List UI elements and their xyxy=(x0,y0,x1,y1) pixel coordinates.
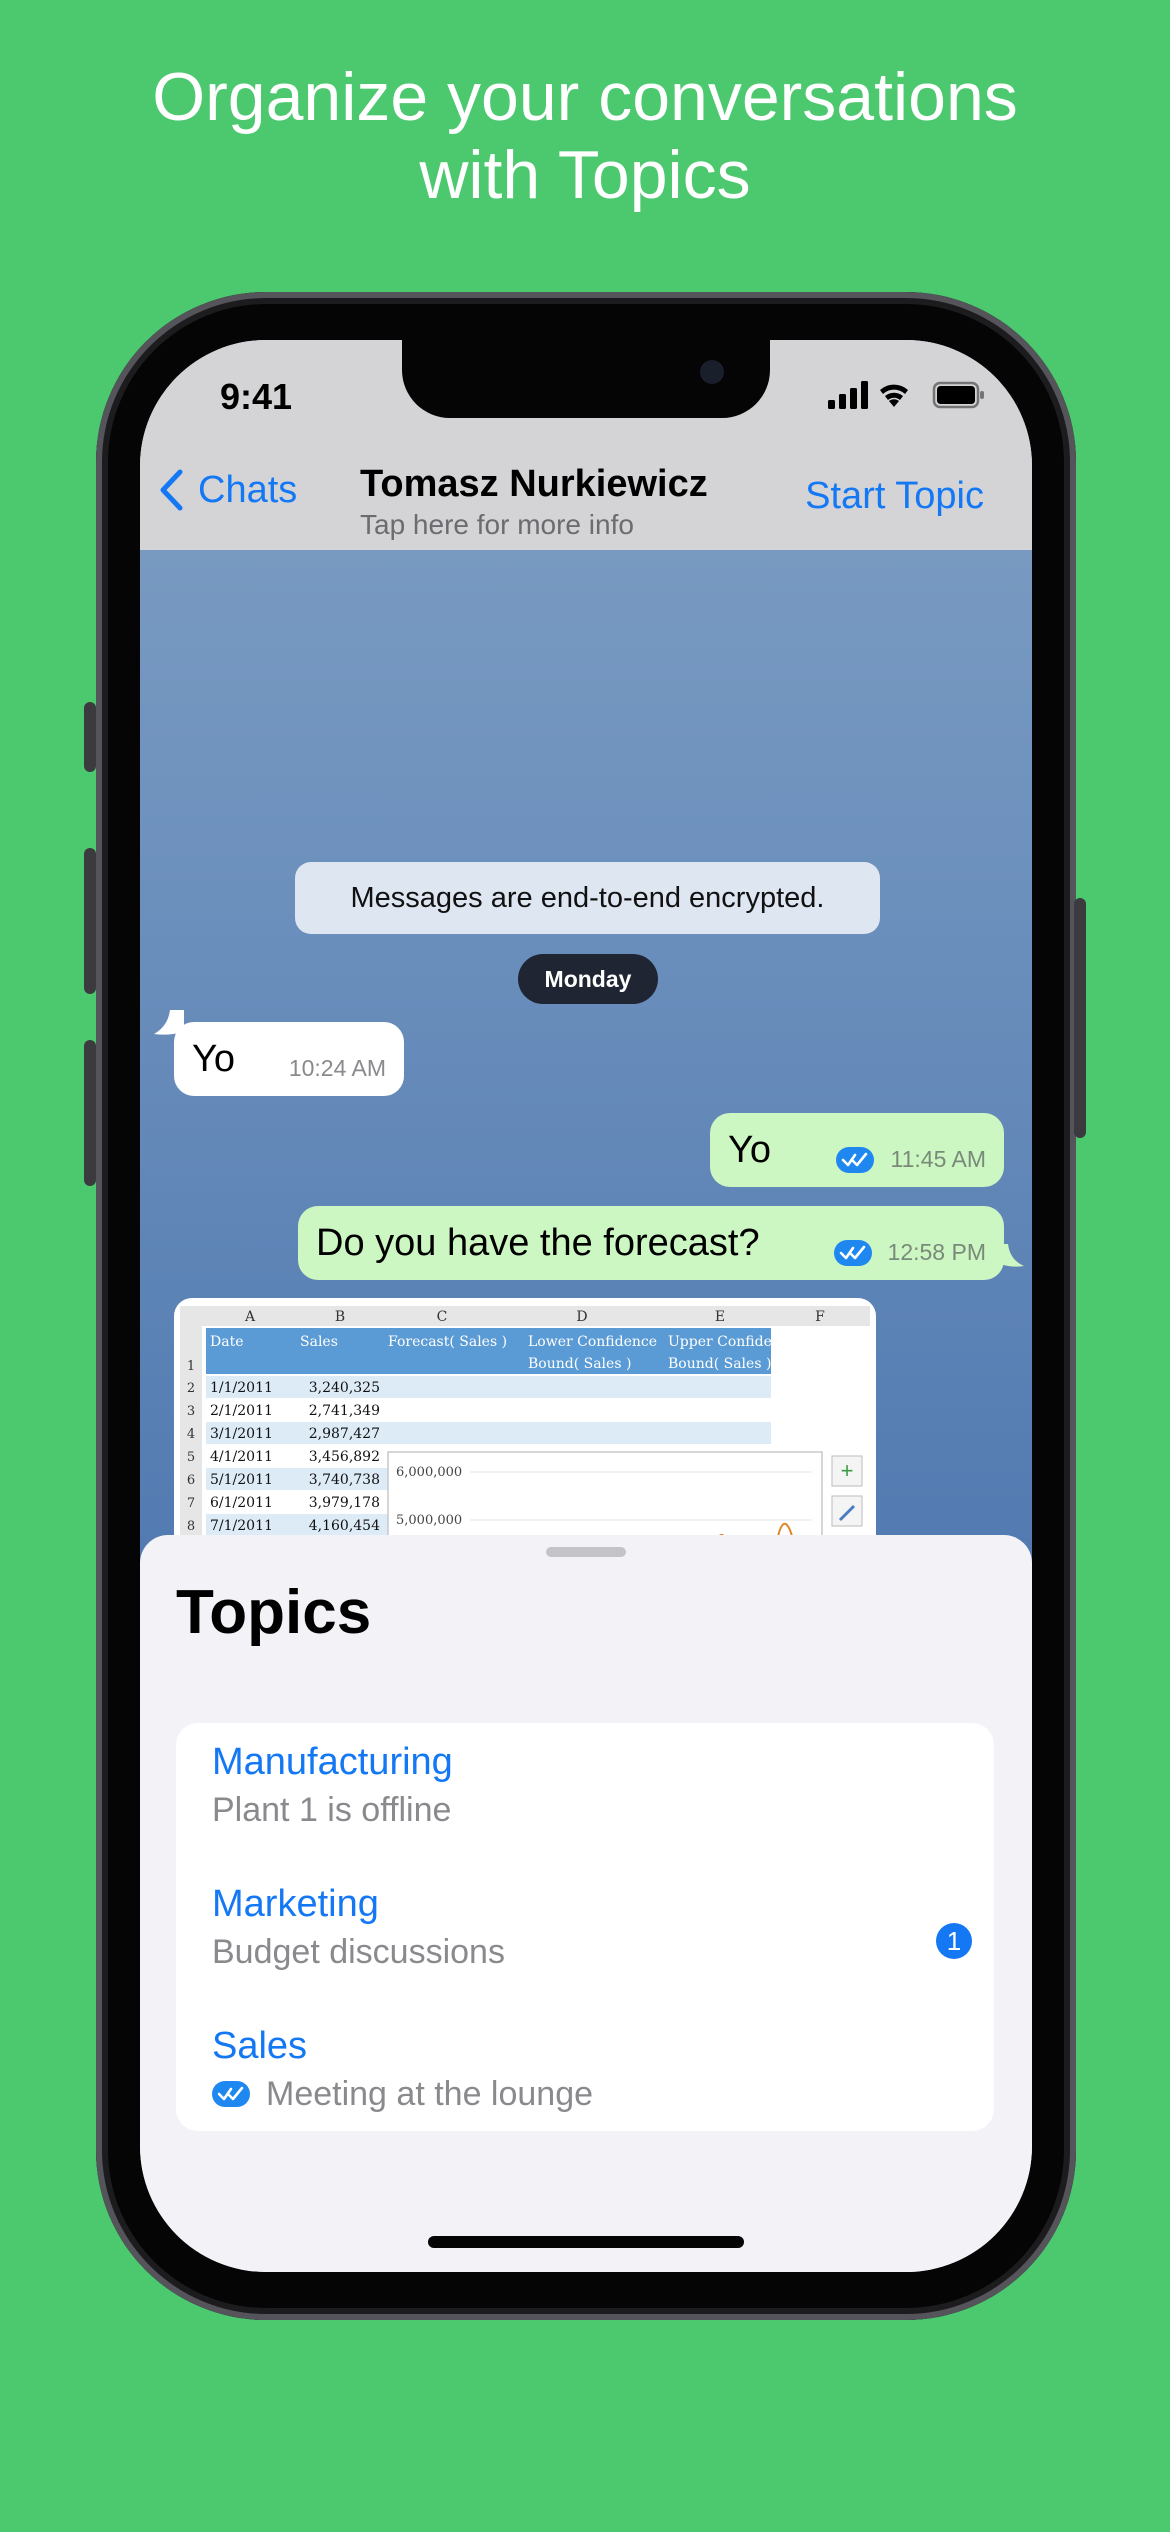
day-separator: Monday xyxy=(518,954,658,1004)
cell-sales: 2,987,427 xyxy=(309,1426,380,1442)
column-letter: D xyxy=(576,1309,587,1325)
header-lower-bound-line2: Bound( Sales ) xyxy=(528,1356,631,1372)
row-number: 6 xyxy=(187,1473,195,1488)
header-forecast: Forecast( Sales ) xyxy=(388,1334,507,1350)
column-letter: C xyxy=(437,1309,448,1325)
row-number: 7 xyxy=(187,1496,195,1511)
back-button-label: Chats xyxy=(198,468,298,511)
phone-silent-switch xyxy=(84,702,96,772)
phone-volume-down-button xyxy=(84,1040,96,1186)
row-number: 8 xyxy=(187,1519,195,1534)
phone-volume-up-button xyxy=(84,848,96,994)
row-number: 2 xyxy=(187,1381,195,1396)
topic-name: Sales xyxy=(212,2025,308,2067)
topic-subtitle: Meeting at the lounge xyxy=(266,2075,594,2113)
front-camera xyxy=(700,360,724,384)
chart-tick: 5,000,000 xyxy=(396,1513,462,1528)
topic-subtitle-row: Meeting at the lounge xyxy=(212,2071,972,2117)
message-bubble-outgoing[interactable]: Do you have the forecast? 12:58 PM xyxy=(298,1206,1004,1280)
wifi-icon xyxy=(880,384,908,407)
headline: Organize your conversations with Topics xyxy=(0,58,1170,214)
cell-date: 6/1/2011 xyxy=(210,1495,273,1511)
column-letter: B xyxy=(335,1309,345,1325)
row-number: 4 xyxy=(187,1427,195,1442)
cell-sales: 3,240,325 xyxy=(309,1380,380,1396)
chart-tick: 6,000,000 xyxy=(396,1465,462,1480)
header-sales: Sales xyxy=(300,1334,338,1350)
sheet-grabber[interactable] xyxy=(546,1547,626,1557)
topic-name: Manufacturing xyxy=(212,1741,453,1783)
spreadsheet-row-bg xyxy=(206,1422,771,1444)
cell-sales: 3,456,892 xyxy=(309,1449,380,1465)
topic-item-sales[interactable]: Sales Meeting at the lounge xyxy=(212,2023,972,2143)
row-number: 3 xyxy=(187,1404,195,1419)
row-number: 5 xyxy=(187,1450,195,1465)
topic-subtitle: Budget discussions xyxy=(212,1933,505,1971)
row-number: 1 xyxy=(187,1359,195,1374)
cell-sales: 2,741,349 xyxy=(309,1403,380,1419)
topics-sheet: Topics Manufacturing Plant 1 is offline … xyxy=(140,1535,1032,2272)
contact-name: Tomasz Nurkiewicz xyxy=(360,463,708,505)
phone-power-button xyxy=(1074,898,1086,1138)
cell-sales: 3,979,178 xyxy=(309,1495,380,1511)
chevron-left-icon xyxy=(160,469,183,511)
cell-date: 4/1/2011 xyxy=(210,1449,273,1465)
header-upper-bound: Upper Confidence xyxy=(668,1334,797,1350)
header-date: Date xyxy=(210,1334,243,1350)
phone-screen: 9:41 Chats Tomasz Nurkiewicz Tap here fo… xyxy=(140,340,1032,2272)
cell-sales: 3,740,738 xyxy=(309,1472,380,1488)
battery-icon xyxy=(932,381,984,409)
topic-name: Marketing xyxy=(212,1883,379,1925)
cell-date: 1/1/2011 xyxy=(210,1380,273,1396)
spreadsheet-row-bg xyxy=(206,1376,771,1398)
message-time: 11:45 AM xyxy=(890,1146,986,1172)
start-topic-button[interactable]: Start Topic xyxy=(805,475,984,518)
navigation-bar: 9:41 Chats Tomasz Nurkiewicz Tap here fo… xyxy=(140,340,1032,550)
spreadsheet-image: A B C D E F Date Sales Forecast( Sales )… xyxy=(180,1306,870,1556)
cellular-signal-icon xyxy=(828,381,868,409)
topics-title: Topics xyxy=(176,1578,372,1647)
read-receipt-icon xyxy=(212,2081,250,2107)
encryption-notice[interactable]: Messages are end-to-end encrypted. xyxy=(295,862,880,934)
image-attachment[interactable]: A B C D E F Date Sales Forecast( Sales )… xyxy=(174,1298,876,1558)
column-letter: A xyxy=(244,1309,256,1325)
cell-date: 3/1/2011 xyxy=(210,1426,273,1442)
cell-date: 7/1/2011 xyxy=(210,1518,273,1534)
header-upper-bound-line2: Bound( Sales ) xyxy=(668,1356,771,1372)
cell-date: 5/1/2011 xyxy=(210,1472,273,1488)
headline-line-1: Organize your conversations xyxy=(152,59,1018,135)
status-icons xyxy=(828,381,984,409)
topic-item-manufacturing[interactable]: Manufacturing Plant 1 is offline xyxy=(212,1739,972,1859)
message-time: 12:58 PM xyxy=(887,1239,986,1265)
contact-subtitle: Tap here for more info xyxy=(360,509,634,540)
status-time: 9:41 xyxy=(220,376,293,417)
svg-text:+: + xyxy=(841,1458,854,1483)
topic-subtitle: Plant 1 is offline xyxy=(212,1791,452,1829)
read-receipt-icon xyxy=(834,1240,872,1266)
back-button[interactable]: Chats xyxy=(158,468,297,512)
message-bubble-incoming[interactable]: Yo 10:24 AM xyxy=(174,1022,404,1096)
cell-date: 2/1/2011 xyxy=(210,1403,273,1419)
outgoing-bubble-tail xyxy=(1000,1244,1024,1267)
read-receipt-icon xyxy=(836,1147,874,1173)
headline-line-2: with Topics xyxy=(419,137,751,213)
message-bubble-outgoing[interactable]: Yo 11:45 AM xyxy=(710,1113,1004,1187)
column-letter: F xyxy=(815,1309,825,1325)
unread-badge: 1 xyxy=(936,1923,972,1959)
notch xyxy=(402,340,770,418)
message-text: Do you have the forecast? xyxy=(316,1221,760,1264)
column-letter: E xyxy=(715,1309,725,1325)
topic-item-marketing[interactable]: Marketing Budget discussions 1 xyxy=(212,1881,972,2001)
header-lower-bound: Lower Confidence xyxy=(528,1334,657,1350)
message-time: 10:24 AM xyxy=(288,1055,386,1081)
topic-list: Manufacturing Plant 1 is offline Marketi… xyxy=(176,1723,994,2131)
spreadsheet-row-bg xyxy=(206,1399,771,1421)
contact-header[interactable]: Tomasz Nurkiewicz Tap here for more info xyxy=(360,462,812,542)
message-text: Yo xyxy=(192,1037,235,1080)
cell-sales: 4,160,454 xyxy=(309,1518,380,1534)
message-text: Yo xyxy=(728,1128,771,1171)
home-indicator[interactable] xyxy=(428,2236,744,2248)
